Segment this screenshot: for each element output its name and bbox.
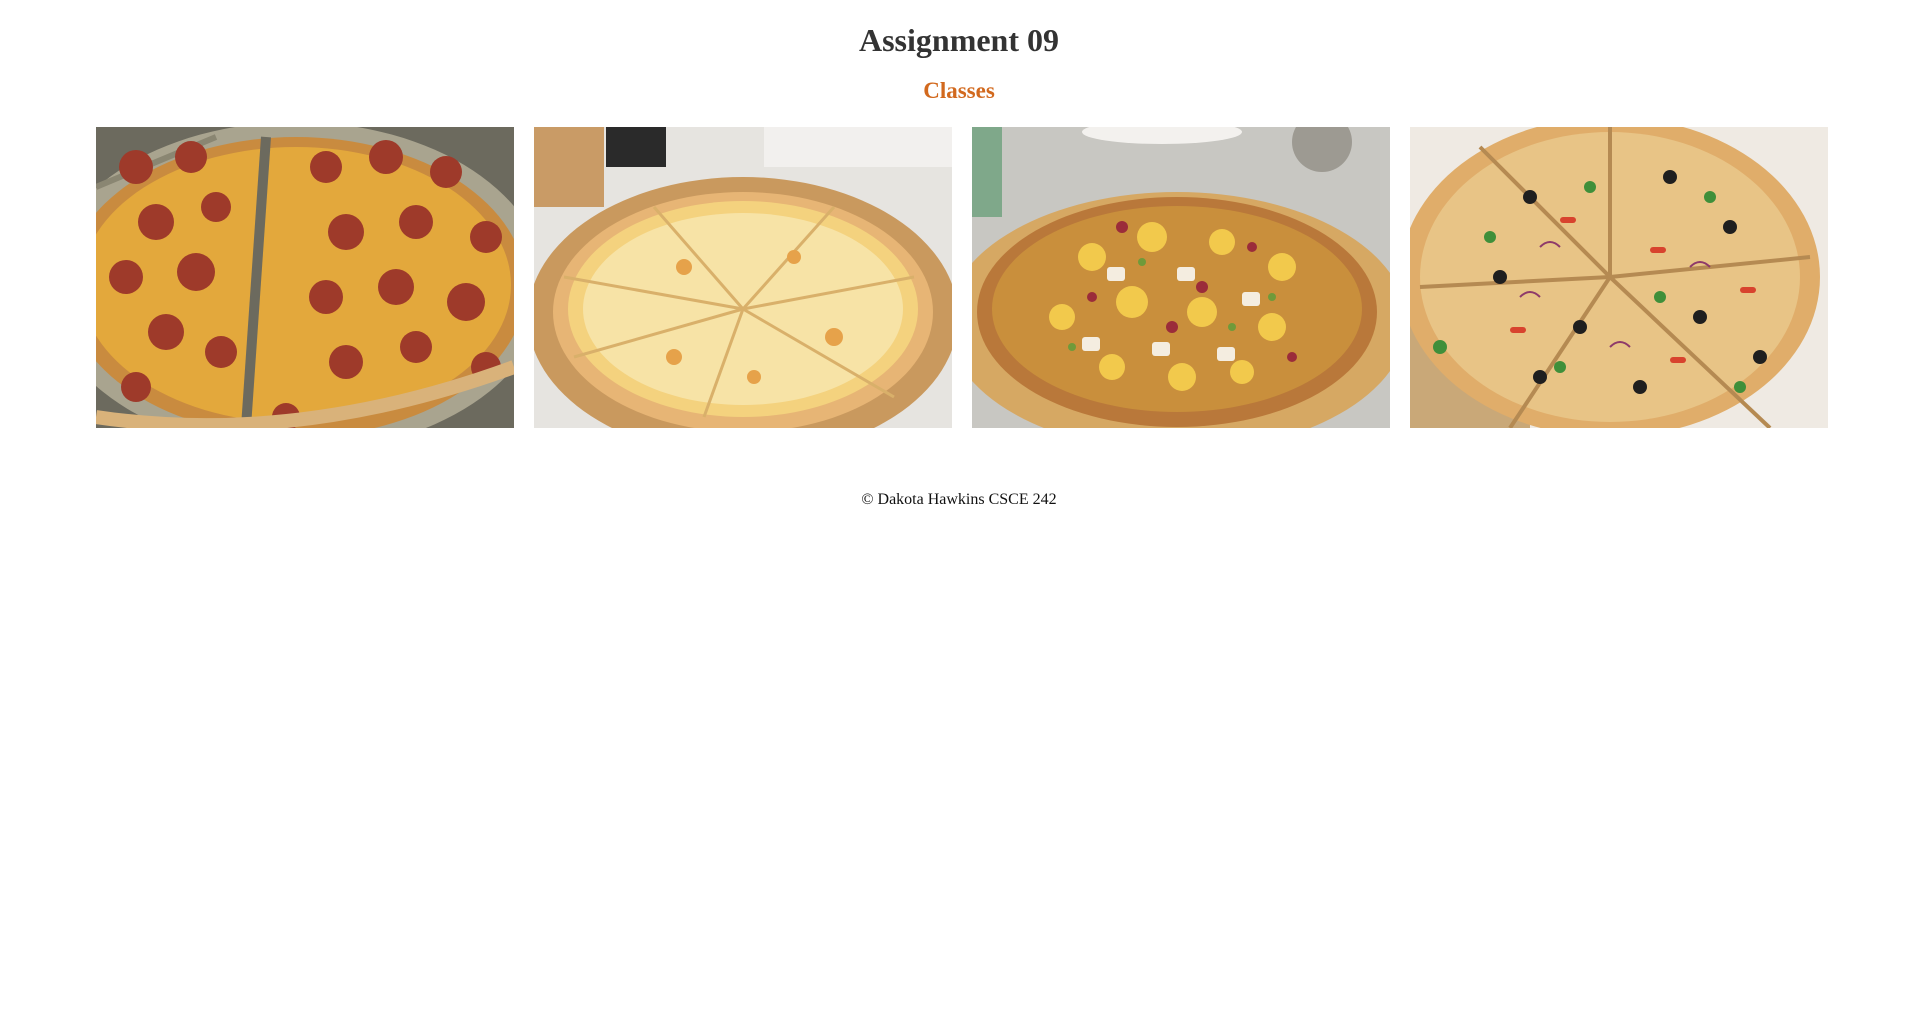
pepperoni-pizza-image bbox=[96, 127, 514, 428]
cheese-pizza-image bbox=[534, 127, 952, 428]
page-subtitle: Classes bbox=[923, 78, 995, 103]
page-title: Assignment 09 bbox=[858, 22, 1059, 58]
veggie-pizza-photo bbox=[1410, 127, 1828, 428]
page: Assignment 09 Classes © Dakota Hawkins C… bbox=[0, 0, 1918, 1030]
footer: © Dakota Hawkins CSCE 242 bbox=[861, 491, 1057, 508]
chicken-bbq-pizza-photo bbox=[972, 127, 1390, 428]
chicken-bbq-pizza-image bbox=[972, 127, 1390, 428]
cheese-pizza-photo bbox=[534, 127, 952, 428]
pizza-gallery bbox=[96, 127, 1828, 428]
pepperoni-pizza-photo bbox=[96, 127, 514, 428]
veggie-pizza-image bbox=[1410, 127, 1828, 428]
